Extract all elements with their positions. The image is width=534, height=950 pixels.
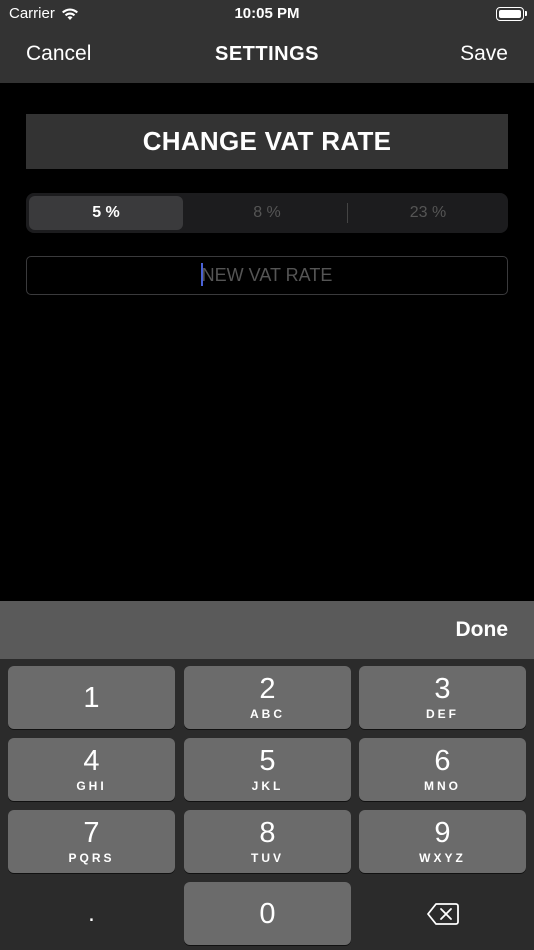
key-digit: 3 xyxy=(434,672,451,705)
key-digit: 5 xyxy=(259,744,276,777)
key-backspace[interactable] xyxy=(359,882,526,945)
vat-option-23[interactable]: 23 % xyxy=(351,196,505,230)
status-bar: Carrier 10:05 PM xyxy=(0,0,534,28)
status-time: 10:05 PM xyxy=(234,5,300,22)
key-4[interactable]: 4 GHI xyxy=(8,738,175,801)
key-letters: PQRS xyxy=(68,850,115,865)
key-digit: 1 xyxy=(83,681,100,714)
key-letters: JKL xyxy=(251,778,284,793)
key-digit: 9 xyxy=(434,816,451,849)
key-3[interactable]: 3 DEF xyxy=(359,666,526,729)
key-8[interactable]: 8 TUV xyxy=(184,810,351,873)
key-digit: 4 xyxy=(83,744,100,777)
page-title: SETTINGS xyxy=(214,43,319,65)
key-letters: ABC xyxy=(250,706,285,721)
navigation-bar: Cancel SETTINGS Save xyxy=(0,28,534,83)
key-decimal[interactable]: . xyxy=(8,882,175,945)
text-caret xyxy=(201,263,203,286)
vat-option-8[interactable]: 8 % xyxy=(190,196,344,230)
key-digit: . xyxy=(88,899,95,927)
keyboard-toolbar: Done xyxy=(0,601,534,659)
key-5[interactable]: 5 JKL xyxy=(184,738,351,801)
backspace-icon xyxy=(426,902,459,925)
key-9[interactable]: 9 WXYZ xyxy=(359,810,526,873)
key-digit: 6 xyxy=(434,744,451,777)
key-2[interactable]: 2 ABC xyxy=(184,666,351,729)
top-bar: Carrier 10:05 PM Cancel SETTINGS Save xyxy=(0,0,534,83)
section-header: CHANGE VAT RATE xyxy=(26,114,508,169)
segment-divider xyxy=(347,203,348,223)
key-1[interactable]: 1 xyxy=(8,666,175,729)
key-letters: GHI xyxy=(76,778,107,793)
key-letters: TUV xyxy=(251,850,284,865)
key-letters: WXYZ xyxy=(419,850,466,865)
key-letters: MNO xyxy=(424,778,461,793)
number-pad: 1 2 ABC 3 DEF 4 GHI 5 JKL 6 MNO 7 PQRS 8… xyxy=(0,659,534,950)
done-button[interactable]: Done xyxy=(456,618,509,642)
key-digit: 8 xyxy=(259,816,276,849)
new-vat-rate-input[interactable] xyxy=(26,256,508,295)
vat-option-5[interactable]: 5 % xyxy=(29,196,183,230)
key-digit: 7 xyxy=(83,816,100,849)
battery-icon xyxy=(496,7,527,21)
key-digit: 2 xyxy=(259,672,276,705)
key-letters: DEF xyxy=(426,706,459,721)
save-button[interactable]: Save xyxy=(460,42,508,66)
key-digit: 0 xyxy=(259,897,276,930)
key-0[interactable]: 0 xyxy=(184,882,351,945)
vat-rate-segmented-control: 5 % 8 % 23 % xyxy=(26,193,508,233)
key-7[interactable]: 7 PQRS xyxy=(8,810,175,873)
key-6[interactable]: 6 MNO xyxy=(359,738,526,801)
